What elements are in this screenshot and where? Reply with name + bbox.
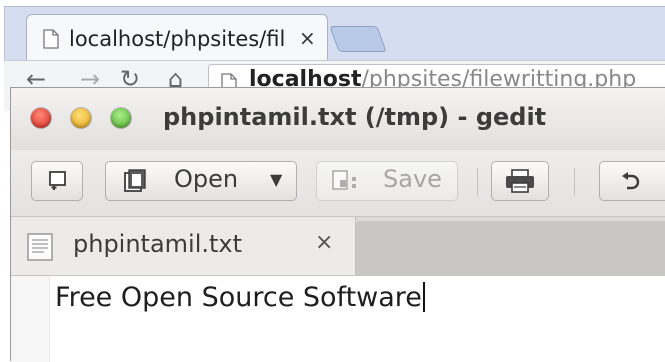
toolbar-separator — [477, 168, 478, 196]
folder-open-icon — [124, 169, 146, 192]
editor-text: Free Open Source Software — [55, 282, 422, 313]
open-label: Open — [174, 165, 239, 193]
toolbar: Open ▼ Save — [11, 150, 665, 217]
page-icon — [43, 29, 59, 53]
close-icon[interactable]: × — [315, 230, 333, 255]
print-button[interactable] — [491, 161, 549, 201]
tab-bar-empty-area — [356, 221, 665, 275]
document-tab[interactable]: phpintamil.txt × — [11, 217, 356, 275]
editor-text-line[interactable]: Free Open Source Software — [55, 282, 425, 313]
text-editor[interactable]: Free Open Source Software — [11, 275, 665, 362]
save-icon — [332, 170, 356, 190]
chevron-down-icon[interactable]: ▼ — [270, 170, 282, 189]
new-document-button[interactable] — [31, 161, 83, 201]
printer-icon — [506, 169, 534, 193]
window-minimize-button[interactable] — [71, 108, 91, 128]
undo-button[interactable] — [599, 161, 665, 201]
open-button[interactable]: Open ▼ — [105, 161, 297, 201]
save-button[interactable]: Save — [316, 161, 458, 201]
document-tab-bar: phpintamil.txt × — [11, 217, 665, 275]
editor-gutter — [11, 276, 50, 362]
document-tab-label: phpintamil.txt — [73, 230, 243, 258]
gedit-window: phpintamil.txt (/tmp) - gedit Open ▼ Sav… — [10, 87, 665, 362]
undo-icon — [622, 172, 640, 190]
browser-tab-title: localhost/phpsites/fil — [69, 27, 286, 51]
toolbar-separator — [574, 168, 575, 196]
window-close-button[interactable] — [31, 108, 51, 128]
title-bar[interactable]: phpintamil.txt (/tmp) - gedit — [11, 88, 665, 150]
close-icon[interactable]: × — [299, 26, 316, 50]
text-file-icon — [27, 233, 53, 265]
window-maximize-button[interactable] — [111, 108, 131, 128]
new-tab-button[interactable] — [329, 26, 387, 52]
new-document-icon — [49, 171, 66, 190]
save-label: Save — [383, 165, 442, 193]
browser-tab[interactable]: localhost/phpsites/fil × — [26, 14, 328, 63]
text-cursor — [422, 282, 425, 312]
window-title: phpintamil.txt (/tmp) - gedit — [163, 103, 547, 131]
